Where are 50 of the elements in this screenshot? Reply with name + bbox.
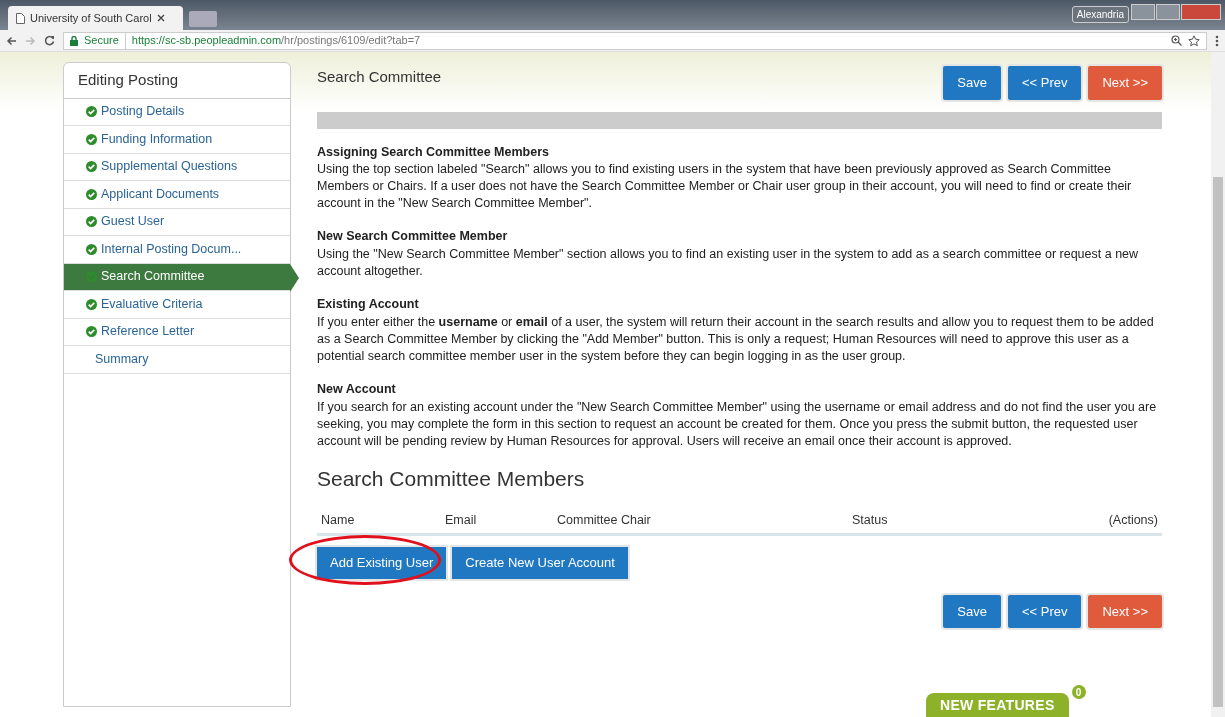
- sidebar-item[interactable]: Summary: [64, 346, 290, 374]
- section-heading: Search Committee Members: [317, 465, 586, 491]
- menu-icon[interactable]: [1215, 34, 1219, 47]
- scrollbar-thumb[interactable]: [1213, 177, 1223, 707]
- sidebar-item[interactable]: Supplemental Questions: [64, 153, 290, 181]
- column-header: Name: [321, 511, 356, 529]
- sidebar-item[interactable]: Applicant Documents: [64, 181, 290, 209]
- tab-title: University of South Carol: [30, 10, 152, 26]
- paragraph-heading: Assigning Search Committee Members: [317, 143, 550, 161]
- close-button[interactable]: [1181, 4, 1221, 20]
- nav-button[interactable]: Save: [943, 66, 1001, 100]
- paragraph: Using the top section labeled "Search" allows you to find existing users in the system that have been previously approved as Search Committee Members or Chairs. If a user does not have the Search Committee Member or Chair user group in their account, you will need to find or create their account in the "New Search Committee Member".: [317, 161, 1133, 213]
- sidebar-title: Editing Posting: [64, 63, 290, 99]
- column-header: Committee Chair: [557, 511, 652, 529]
- action-button[interactable]: Add Existing User: [317, 547, 447, 579]
- page-title: Search Committee: [317, 67, 442, 87]
- back-icon[interactable]: [6, 35, 17, 46]
- paragraph-heading: Existing Account: [317, 296, 420, 313]
- close-icon[interactable]: [156, 14, 165, 22]
- zoom-icon[interactable]: [1171, 35, 1182, 46]
- nav-button[interactable]: << Prev: [1007, 66, 1082, 100]
- lock-icon: [70, 35, 78, 46]
- url-text: https://sc-sb.peopleadmin.com/hr/postings/6109/edit?tab=7: [124, 32, 421, 49]
- sidebar-item[interactable]: Funding Information: [64, 126, 290, 154]
- sidebar-item[interactable]: Evaluative Criteria: [64, 291, 290, 319]
- count-badge: 0: [1069, 683, 1088, 701]
- column-header: (Actions): [1108, 511, 1158, 529]
- nav-button[interactable]: Next >>: [1088, 594, 1162, 629]
- paragraph: If you enter either the username or email of a user, the system will return their account in the search results and allow you to request them to be added as a Search Committee Member by clicking the "Add Member" button. This is only a request; Human Resources will need to approve this user as a potential search committee member user in the system before they can begin logging in as the user group.: [317, 313, 1155, 365]
- sidebar-item[interactable]: Guest User: [64, 208, 290, 236]
- action-button[interactable]: Create New User Account: [452, 547, 628, 579]
- profile-button[interactable]: Alexandria: [1071, 6, 1129, 23]
- address-bar[interactable]: Secure https://sc-sb.peopleadmin.com/hr/postings/6109/edit?tab=7: [63, 31, 1207, 50]
- page-icon: [16, 12, 25, 24]
- star-icon[interactable]: [1188, 34, 1200, 47]
- nav-button[interactable]: << Prev: [1007, 594, 1082, 629]
- sidebar-item[interactable]: Posting Details: [64, 98, 290, 126]
- sidebar-item[interactable]: Reference Letter: [64, 318, 290, 346]
- secure-label: Secure: [84, 33, 119, 49]
- paragraph: Using the "New Search Committee Member" section allows you to find an existing user in the system to add as a search committee or request a new account altogether.: [317, 246, 1140, 280]
- paragraph-heading: New Account: [317, 380, 397, 398]
- column-header: Email: [445, 511, 478, 529]
- browser-tab[interactable]: University of South Carol: [8, 6, 183, 30]
- nav-button[interactable]: Next >>: [1088, 66, 1162, 100]
- nav-button[interactable]: Save: [943, 594, 1001, 629]
- column-header: Status: [852, 511, 889, 529]
- reload-icon[interactable]: [44, 35, 55, 46]
- paragraph-heading: New Search Committee Member: [317, 228, 509, 246]
- paragraph: If you search for an existing account under the "New Search Committee Member" using the username or email address and do not find the user you are seeking, you may complete the form in this section to request an account be created for them. Once you press the submit button, the requested user account will be pending review by Human Resources for approval. Users will receive an email once their account is approved.: [317, 398, 1158, 450]
- sidebar-item[interactable]: Internal Posting Docum...: [64, 236, 290, 264]
